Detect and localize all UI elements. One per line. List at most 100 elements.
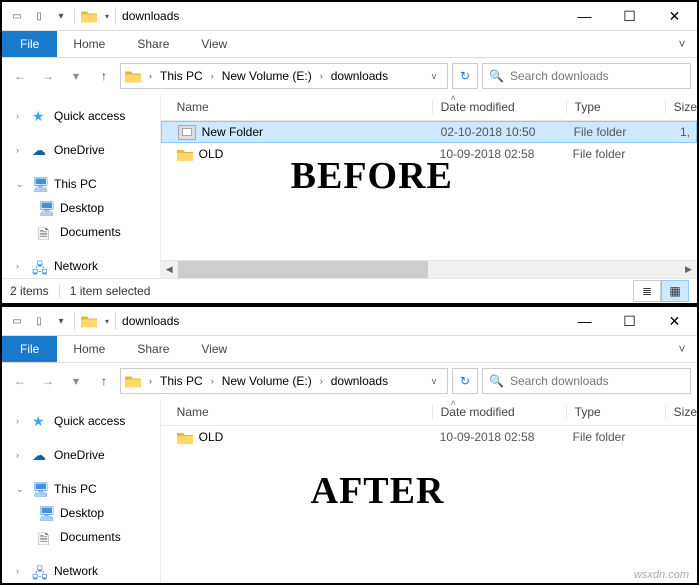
tab-home[interactable]: Home bbox=[57, 31, 121, 57]
sidebar-item-documents[interactable]: 🗎 Documents bbox=[8, 220, 160, 244]
qat-properties-icon[interactable]: ▭ bbox=[6, 310, 28, 332]
sidebar-item-network[interactable]: › 🖧 Network bbox=[8, 559, 160, 583]
file-date: 02-10-2018 10:50 bbox=[433, 125, 566, 139]
close-button[interactable]: ✕ bbox=[652, 2, 697, 30]
chevron-right-icon[interactable]: › bbox=[16, 416, 26, 426]
breadcrumb-arrow-icon[interactable]: › bbox=[316, 376, 327, 386]
file-row[interactable]: OLD 10-09-2018 02:58 File folder bbox=[161, 426, 697, 448]
breadcrumb-arrow-icon[interactable]: › bbox=[207, 376, 218, 386]
tab-share[interactable]: Share bbox=[121, 336, 185, 362]
forward-button[interactable]: → bbox=[36, 369, 60, 393]
file-type: File folder bbox=[565, 147, 663, 161]
sidebar-item-onedrive[interactable]: › ☁ OneDrive bbox=[8, 138, 160, 162]
window-folder-icon bbox=[81, 8, 97, 24]
ribbon-expand-icon[interactable]: ˅ bbox=[667, 31, 697, 57]
scroll-right-icon[interactable]: ▶ bbox=[680, 261, 697, 278]
breadcrumb-thispc[interactable]: This PC bbox=[158, 69, 205, 83]
navigation-row: ← → ▾ ↑ › This PC › New Volume (E:) › do… bbox=[2, 58, 697, 94]
sidebar-item-label: This PC bbox=[54, 177, 97, 191]
column-type[interactable]: Type bbox=[567, 100, 666, 114]
horizontal-scrollbar[interactable]: ◀ ▶ bbox=[161, 260, 697, 278]
address-bar[interactable]: › This PC › New Volume (E:) › downloads … bbox=[120, 368, 448, 394]
title-context-caret-icon[interactable]: ▾ bbox=[105, 317, 109, 326]
qat-properties-icon[interactable]: ▭ bbox=[6, 5, 28, 27]
address-dropdown-icon[interactable]: v bbox=[425, 376, 443, 386]
column-type[interactable]: Type bbox=[567, 405, 666, 419]
up-button[interactable]: ↑ bbox=[92, 369, 116, 393]
close-button[interactable]: ✕ bbox=[652, 307, 697, 335]
tab-home[interactable]: Home bbox=[57, 336, 121, 362]
tab-view[interactable]: View bbox=[185, 336, 243, 362]
breadcrumb-thispc[interactable]: This PC bbox=[158, 374, 205, 388]
scroll-left-icon[interactable]: ◀ bbox=[161, 261, 178, 278]
chevron-right-icon[interactable]: › bbox=[16, 145, 26, 155]
sidebar-item-quick-access[interactable]: › ★ Quick access bbox=[8, 409, 160, 433]
column-name[interactable]: Name bbox=[161, 100, 433, 114]
breadcrumb-volume[interactable]: New Volume (E:) bbox=[220, 374, 314, 388]
search-box[interactable]: 🔍 Search downloads bbox=[482, 368, 691, 394]
back-button[interactable]: ← bbox=[8, 64, 32, 88]
minimize-button[interactable]: — bbox=[562, 2, 607, 30]
qat-dropdown-icon[interactable]: ▾ bbox=[50, 310, 72, 332]
search-box[interactable]: 🔍 Search downloads bbox=[482, 63, 691, 89]
file-row[interactable]: New Folder 02-10-2018 10:50 File folder … bbox=[161, 121, 697, 143]
qat-dropdown-icon[interactable]: ▾ bbox=[50, 5, 72, 27]
history-dropdown-icon[interactable]: ▾ bbox=[64, 64, 88, 88]
tab-share[interactable]: Share bbox=[121, 31, 185, 57]
view-large-icons-button[interactable]: ▦ bbox=[661, 280, 689, 302]
breadcrumb-arrow-icon[interactable]: › bbox=[145, 376, 156, 386]
sidebar-item-desktop[interactable]: 🖥 Desktop bbox=[8, 501, 160, 525]
chevron-right-icon[interactable]: › bbox=[16, 450, 26, 460]
tab-view[interactable]: View bbox=[185, 31, 243, 57]
maximize-button[interactable]: ☐ bbox=[607, 307, 652, 335]
tab-file[interactable]: File bbox=[2, 336, 57, 362]
column-size[interactable]: Size bbox=[666, 100, 697, 114]
sidebar-item-network[interactable]: › 🖧 Network bbox=[8, 254, 160, 278]
breadcrumb-arrow-icon[interactable]: › bbox=[145, 71, 156, 81]
qat-newfolder-icon[interactable]: ▯ bbox=[28, 310, 50, 332]
window-title: downloads bbox=[122, 9, 179, 23]
history-dropdown-icon[interactable]: ▾ bbox=[64, 369, 88, 393]
breadcrumb-volume[interactable]: New Volume (E:) bbox=[220, 69, 314, 83]
scroll-thumb[interactable] bbox=[178, 261, 428, 278]
minimize-button[interactable]: — bbox=[562, 307, 607, 335]
explorer-window-after: ▭ ▯ ▾ ▾ downloads — ☐ ✕ File Home Share … bbox=[0, 305, 699, 585]
refresh-button[interactable]: ↻ bbox=[452, 368, 478, 394]
sidebar-item-label: Desktop bbox=[60, 201, 104, 215]
sidebar-item-this-pc[interactable]: ⌄ 🖥 This PC bbox=[8, 477, 160, 501]
file-row[interactable]: OLD 10-09-2018 02:58 File folder bbox=[161, 143, 697, 165]
back-button[interactable]: ← bbox=[8, 369, 32, 393]
maximize-button[interactable]: ☐ bbox=[607, 2, 652, 30]
sidebar-item-quick-access[interactable]: › ★ Quick access bbox=[8, 104, 160, 128]
sidebar-item-documents[interactable]: 🗎 Documents bbox=[8, 525, 160, 549]
forward-button[interactable]: → bbox=[36, 64, 60, 88]
tab-file[interactable]: File bbox=[2, 31, 57, 57]
column-size[interactable]: Size bbox=[666, 405, 697, 419]
chevron-down-icon[interactable]: ⌄ bbox=[16, 484, 26, 495]
breadcrumb-folder[interactable]: downloads bbox=[329, 69, 390, 83]
address-dropdown-icon[interactable]: v bbox=[425, 71, 443, 81]
sidebar-item-desktop[interactable]: 🖥 Desktop bbox=[8, 196, 160, 220]
breadcrumb-folder[interactable]: downloads bbox=[329, 374, 390, 388]
title-context-caret-icon[interactable]: ▾ bbox=[105, 12, 109, 21]
view-details-button[interactable]: ≣ bbox=[633, 280, 661, 302]
ribbon-tabs: File Home Share View ˅ bbox=[2, 336, 697, 363]
chevron-right-icon[interactable]: › bbox=[16, 111, 26, 121]
breadcrumb-arrow-icon[interactable]: › bbox=[207, 71, 218, 81]
ribbon-expand-icon[interactable]: ˅ bbox=[667, 336, 697, 362]
file-name[interactable]: New Folder bbox=[202, 125, 263, 139]
sidebar-item-label: OneDrive bbox=[54, 143, 105, 157]
column-name[interactable]: Name bbox=[161, 405, 433, 419]
file-type: File folder bbox=[565, 430, 663, 444]
sidebar-item-this-pc[interactable]: ⌄ 🖥 This PC bbox=[8, 172, 160, 196]
up-button[interactable]: ↑ bbox=[92, 64, 116, 88]
refresh-button[interactable]: ↻ bbox=[452, 63, 478, 89]
sidebar-item-onedrive[interactable]: › ☁ OneDrive bbox=[8, 443, 160, 467]
qat-newfolder-icon[interactable]: ▯ bbox=[28, 5, 50, 27]
breadcrumb-arrow-icon[interactable]: › bbox=[316, 71, 327, 81]
status-item-count: 2 items bbox=[10, 284, 49, 298]
address-bar[interactable]: › This PC › New Volume (E:) › downloads … bbox=[120, 63, 448, 89]
navigation-row: ← → ▾ ↑ › This PC › New Volume (E:) › do… bbox=[2, 363, 697, 399]
chevron-down-icon[interactable]: ⌄ bbox=[16, 179, 26, 190]
chevron-right-icon[interactable]: › bbox=[16, 261, 26, 271]
